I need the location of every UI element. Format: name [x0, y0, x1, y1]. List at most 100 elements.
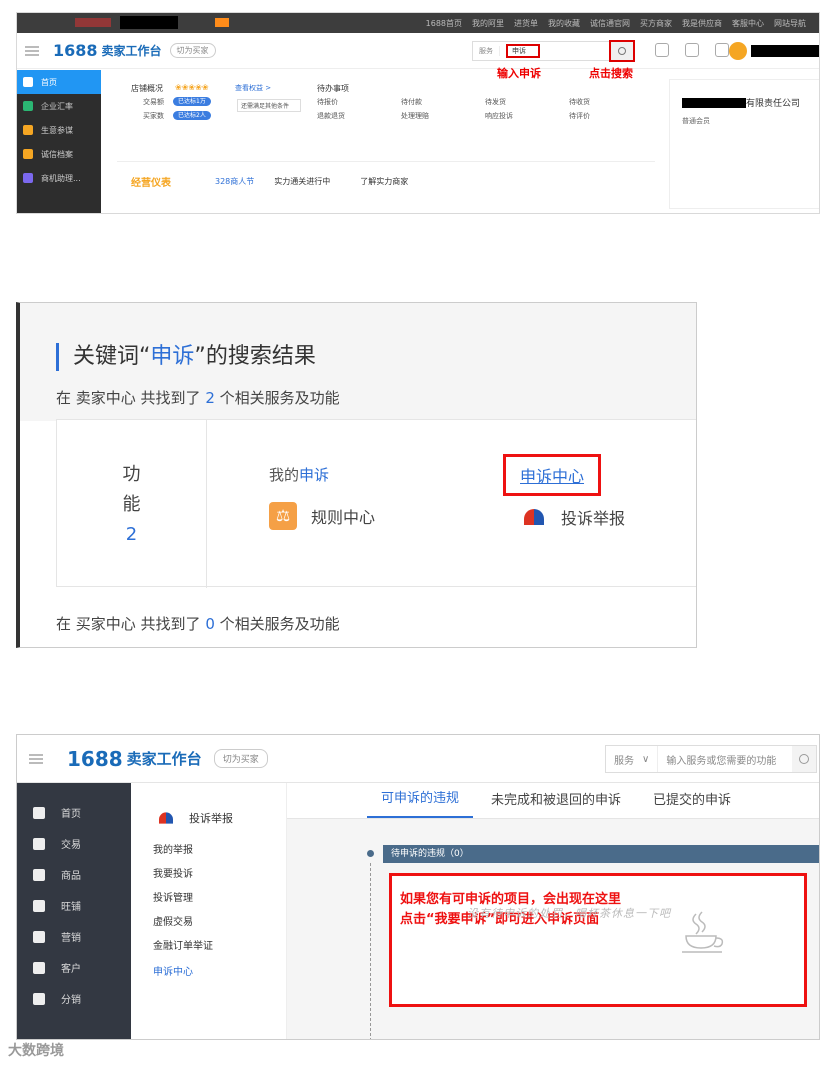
buyer-pill: 已达标2人 [173, 111, 211, 120]
avatar[interactable] [729, 42, 747, 60]
complaint-label: 投诉举报 [561, 509, 626, 528]
sidebar-item-trade[interactable]: 交易 [17, 828, 131, 859]
seller-suffix: 个相关服务及功能 [214, 389, 340, 407]
tab-incomplete[interactable]: 未完成和被退回的申诉 [477, 789, 635, 818]
switch-buyer-button[interactable]: 切为买家 [169, 43, 216, 58]
switch-buyer-button[interactable]: 切为买家 [213, 749, 268, 768]
sidebar-item[interactable]: 企业汇率 [17, 94, 101, 118]
todo-item[interactable]: 处理理赔 [401, 111, 429, 121]
sidebar-item[interactable]: 诚信档案 [17, 142, 101, 166]
card-count[interactable]: 328商人节 [215, 176, 254, 187]
sidebar-item[interactable]: 生意参谋 [17, 118, 101, 142]
topnav-link[interactable]: 我的阿里 [472, 18, 504, 29]
sidebar-item[interactable]: 商机助理... [17, 166, 101, 190]
appeal-center-link[interactable]: 申诉中心 [503, 454, 602, 496]
rule-center-label: 规则中心 [311, 508, 376, 527]
complaint-icon [157, 809, 175, 827]
shop-label: 店铺概况 [131, 84, 163, 93]
share-icon [33, 992, 45, 1005]
logo[interactable]: 1688 [53, 41, 98, 60]
topnav-link[interactable]: 买方商家 [640, 18, 672, 29]
search-input[interactable]: 申诉 [506, 44, 540, 58]
todo-item[interactable]: 待付款 [401, 97, 422, 107]
topnav-link[interactable]: 客服中心 [732, 18, 764, 29]
workbench-title: 卖家工作台 [101, 44, 162, 58]
todo-title: 待办事项 [317, 84, 349, 93]
title-prefix: 关键词“ [73, 344, 151, 369]
nav-item[interactable]: 金融订单举证 [153, 937, 213, 952]
annotation-search: 点击搜索 [589, 67, 633, 80]
card-more[interactable]: 了解实力商家 [360, 176, 408, 187]
sidebar-item-home[interactable]: 首页 [17, 797, 131, 828]
screenshot-search-results: 关键词“申诉”的搜索结果 在 卖家中心 共找到了 2 个相关服务及功能 功 能 … [16, 302, 697, 648]
todo-item[interactable]: 退款退货 [317, 111, 345, 121]
bell-icon[interactable] [655, 43, 669, 57]
my-keyword: 申诉 [299, 466, 330, 484]
todo-item[interactable]: 待收货 [569, 97, 590, 107]
rule-center-link[interactable]: ⚖ 规则中心 [269, 502, 375, 530]
sidebar-item-label: 营销 [61, 933, 81, 944]
sidebar-item-label: 首页 [41, 77, 57, 87]
header: 1688 卖家工作台 切为买家 服务 ∨ 输入服务或您需要的功能 [17, 735, 819, 783]
upgrade-link[interactable]: 查看权益 > [235, 83, 271, 93]
tabs: 可申诉的违规 未完成和被退回的申诉 已提交的申诉 [287, 783, 819, 819]
redacted-username [751, 45, 819, 57]
dashboard-card: 经营仪表 328商人节 实力通关进行中 了解实力商家 [117, 161, 655, 201]
seller-prefix: 在 卖家中心 共找到了 [56, 389, 206, 407]
menu-icon[interactable] [25, 45, 39, 56]
edit-icon[interactable] [715, 43, 729, 57]
todo-item[interactable]: 响应投诉 [485, 111, 513, 121]
sidebar-item-marketing[interactable]: 营销 [17, 921, 131, 952]
todo-item[interactable]: 待发货 [485, 97, 506, 107]
callout-box: 如果您有可申诉的项目，会出现在这里 点击“我要申诉”即可进入申诉页面 [389, 873, 807, 1007]
search-button[interactable] [609, 40, 635, 62]
tab-submitted[interactable]: 已提交的申诉 [639, 789, 745, 818]
exchange-icon [23, 101, 33, 111]
todo-item[interactable]: 待报价 [317, 97, 338, 107]
screenshot-appeal-center: 1688 卖家工作台 切为买家 服务 ∨ 输入服务或您需要的功能 首页 交易 商品… [16, 734, 820, 1040]
seller-count-line: 在 卖家中心 共找到了 2 个相关服务及功能 [56, 387, 340, 408]
search-category-select[interactable]: 服务 [473, 46, 500, 56]
nav-item-appeal-center[interactable]: 申诉中心 [153, 963, 193, 978]
sidebar-item-label: 企业汇率 [41, 101, 73, 111]
card-text: 实力通关进行中 [274, 177, 331, 186]
title-suffix: ”的搜索结果 [194, 344, 316, 369]
timeline-dot [367, 850, 374, 857]
my-appeal-link[interactable]: 我的申诉 [269, 464, 329, 485]
logo[interactable]: 1688 [67, 747, 123, 771]
search-input[interactable]: 输入服务或您需要的功能 [658, 752, 792, 767]
topnav-link[interactable]: 网站导航 [774, 18, 806, 29]
complaint-icon [521, 504, 547, 530]
hint-box: 还需满足其他条件 [237, 99, 301, 112]
my-prefix: 我的 [269, 466, 300, 484]
sidebar-item-goods[interactable]: 商品 [17, 859, 131, 890]
search-category-select[interactable]: 服务 ∨ [606, 746, 659, 772]
topnav-link[interactable]: 1688首页 [426, 18, 462, 29]
todo-item[interactable]: 待评价 [569, 111, 590, 121]
sidebar-item-customer[interactable]: 客户 [17, 952, 131, 983]
trade-pill: 已达标1万 [173, 97, 211, 106]
sidebar-item-distribution[interactable]: 分销 [17, 983, 131, 1014]
buyer-count: 0 [205, 615, 215, 633]
pending-bar: 待申诉的违规（0） [383, 845, 819, 863]
tab-appealable[interactable]: 可申诉的违规 [367, 787, 474, 818]
nav-item[interactable]: 我要投诉 [153, 865, 193, 880]
topnav-link[interactable]: 我的收藏 [548, 18, 580, 29]
nav-item[interactable]: 投诉管理 [153, 889, 193, 904]
search-icon [618, 47, 626, 55]
complaint-link[interactable]: 投诉举报 [521, 504, 625, 530]
topnav-link[interactable]: 我是供应商 [682, 18, 722, 29]
sidebar-item-label: 商品 [61, 871, 81, 882]
nav-item[interactable]: 我的举报 [153, 841, 193, 856]
nav-item[interactable]: 虚假交易 [153, 913, 193, 928]
gear-icon[interactable] [685, 43, 699, 57]
timeline-line [370, 863, 371, 1039]
topnav-link[interactable]: 诚信通官网 [590, 18, 630, 29]
topnav-link[interactable]: 进货单 [514, 18, 538, 29]
search-button[interactable] [792, 746, 816, 772]
top-nav-bar: 1688首页 我的阿里 进货单 我的收藏 诚信通官网 买方商家 我是供应商 客服… [17, 13, 819, 33]
chart-icon [23, 125, 33, 135]
sidebar-item-shop[interactable]: 旺铺 [17, 890, 131, 921]
sidebar-item-home[interactable]: 首页 [17, 70, 101, 94]
menu-icon[interactable] [29, 753, 43, 764]
